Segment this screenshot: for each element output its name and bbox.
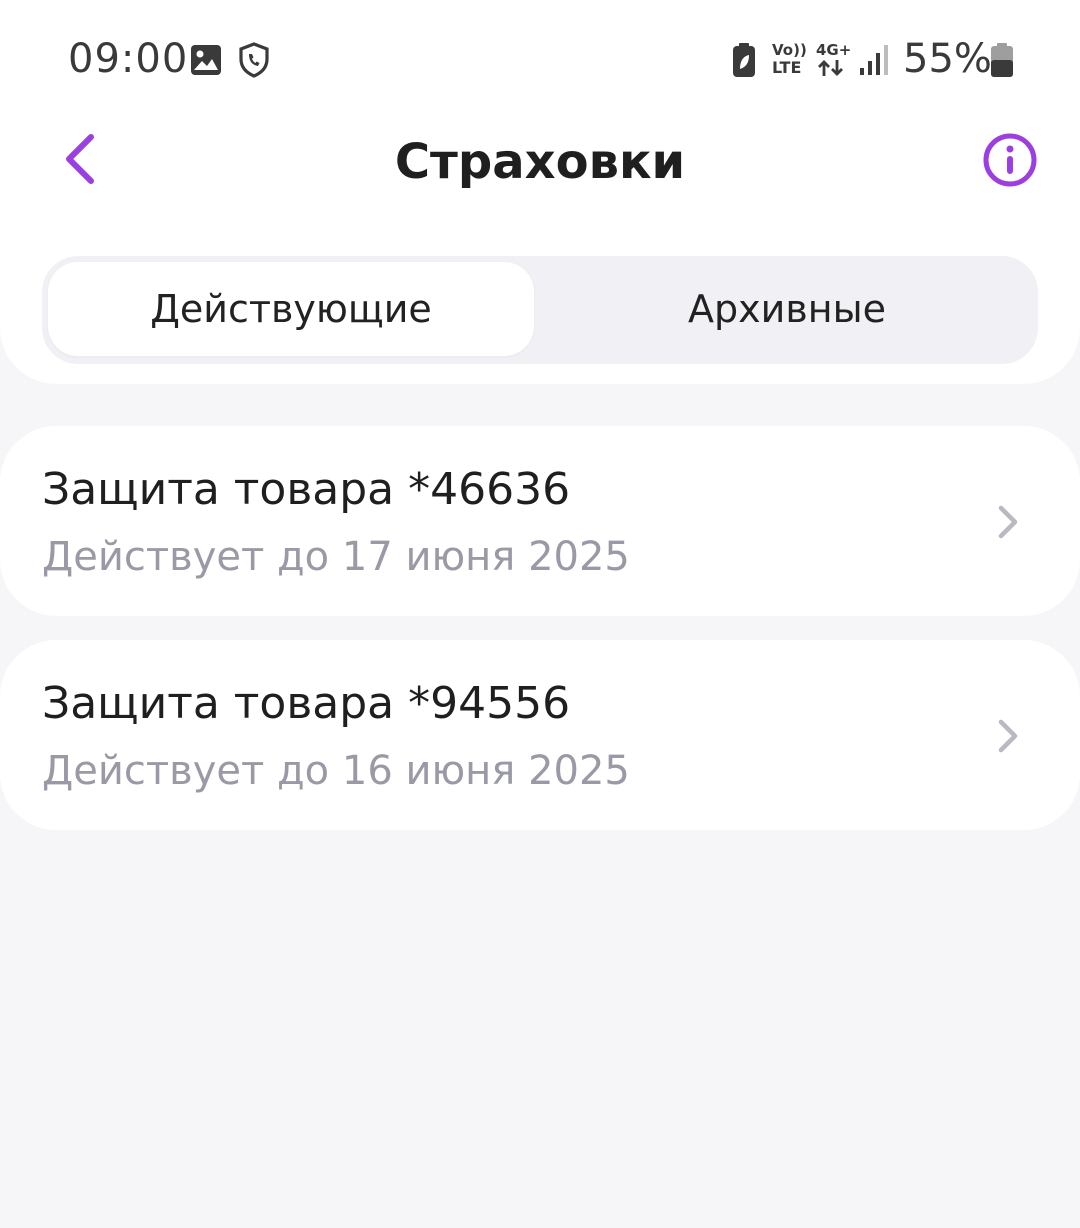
info-icon [982,132,1038,193]
4g-plus-icon: 4G+ [816,42,852,80]
list-item[interactable]: Защита товара *94556 Действует до 16 июн… [0,640,1080,830]
signal-icon [858,44,890,81]
tab-active-policies[interactable]: Действующие [48,262,534,356]
policy-title: Защита товара *94556 [42,678,571,729]
policy-validity: Действует до 17 июня 2025 [42,534,630,580]
chevron-right-icon [990,716,1026,756]
battery-saver-icon [732,42,756,83]
list-item[interactable]: Защита товара *46636 Действует до 17 июн… [0,426,1080,616]
status-bar: 09:00 Vo)) LTE 4G+ 55% [0,0,1080,120]
shield-phone-icon [238,42,270,83]
volte-icon: Vo)) LTE [772,41,807,77]
chevron-right-icon [990,502,1026,542]
policy-title: Защита товара *46636 [42,464,571,515]
status-time: 09:00 [68,36,189,82]
image-icon [190,44,222,81]
battery-icon [990,42,1014,83]
segmented-tabs: Действующие Архивные [42,256,1038,364]
battery-percent: 55% [903,36,992,82]
info-button[interactable] [976,128,1044,196]
tab-archived-policies[interactable]: Архивные [542,262,1032,356]
policy-validity: Действует до 16 июня 2025 [42,748,630,794]
page-title: Страховки [394,134,686,190]
